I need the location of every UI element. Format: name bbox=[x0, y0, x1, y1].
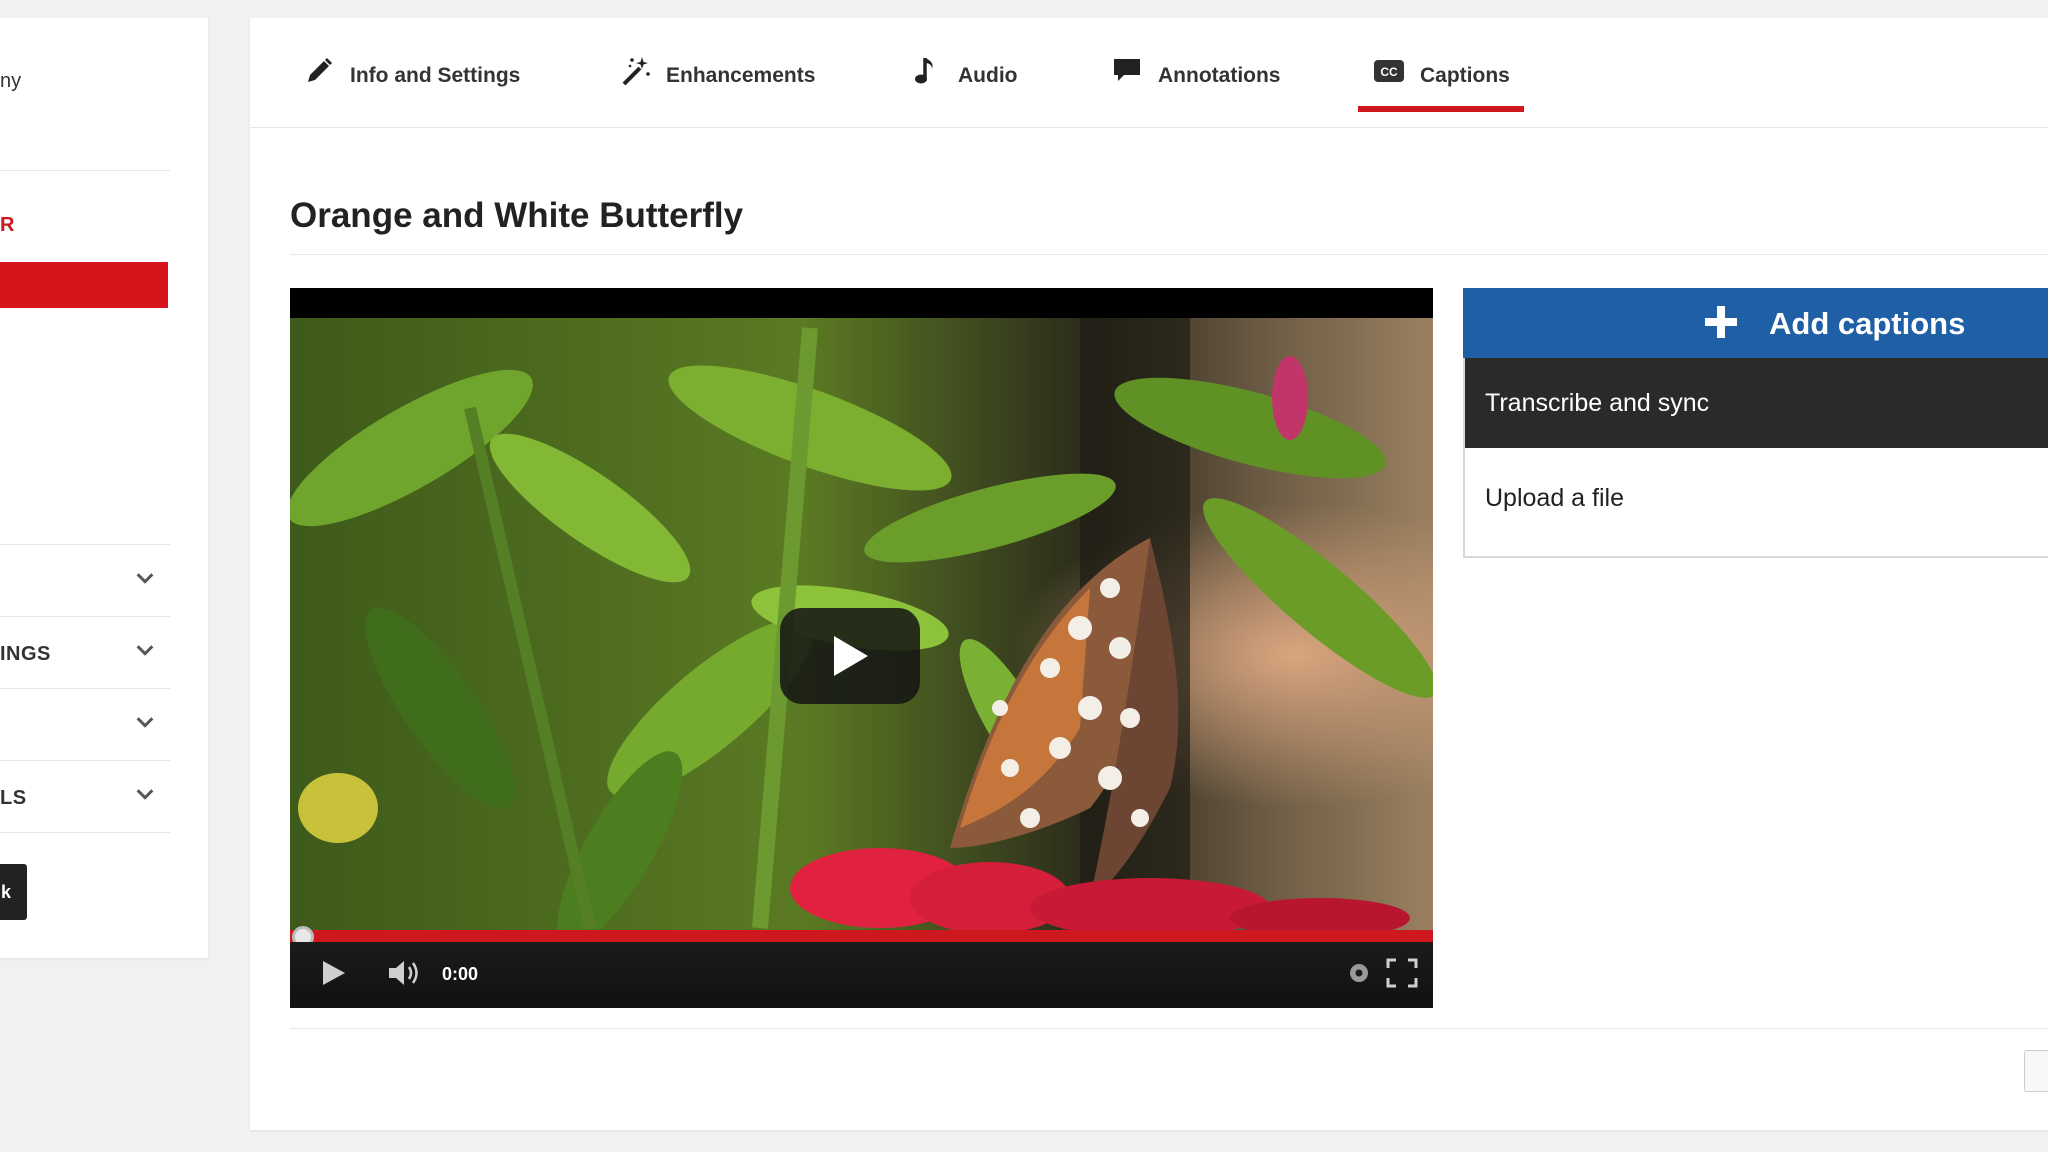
volume-icon[interactable] bbox=[386, 958, 422, 988]
sidebar-row-label: LS bbox=[0, 787, 27, 809]
sidebar-collapsible-row-4[interactable]: LS bbox=[0, 760, 170, 832]
video-editor-panel: Info and Settings Enhancements Audio Ann… bbox=[250, 18, 2048, 1130]
music-note-icon bbox=[915, 58, 933, 84]
add-captions-label: Add captions bbox=[1769, 306, 1966, 341]
chevron-down-icon bbox=[136, 645, 154, 656]
sidebar-active-item[interactable] bbox=[0, 262, 168, 308]
settings-icon[interactable] bbox=[1348, 962, 1370, 984]
divider bbox=[290, 254, 2048, 255]
tab-captions[interactable]: CC Captions bbox=[1358, 58, 1524, 128]
tab-label: Info and Settings bbox=[350, 64, 521, 87]
corner-button[interactable] bbox=[2024, 1050, 2048, 1092]
tab-enhancements[interactable]: Enhancements bbox=[618, 57, 816, 128]
tab-label: Enhancements bbox=[666, 64, 816, 87]
sidebar-divider bbox=[0, 832, 170, 833]
sidebar-active-section-label[interactable]: R bbox=[0, 214, 14, 237]
play-icon bbox=[834, 636, 868, 676]
sidebar-row-label: INGS bbox=[0, 643, 51, 665]
cc-icon: CC bbox=[1374, 60, 1404, 82]
upload-file-option[interactable]: Upload a file bbox=[1465, 448, 2048, 556]
divider bbox=[290, 1028, 2048, 1029]
left-sidebar: ny R INGS LS k bbox=[0, 18, 208, 958]
progress-bar[interactable] bbox=[290, 930, 1433, 942]
tab-info-and-settings[interactable]: Info and Settings bbox=[302, 58, 520, 128]
time-display: 0:00 bbox=[442, 964, 479, 984]
tab-label: Audio bbox=[958, 64, 1018, 87]
chevron-down-icon bbox=[136, 789, 154, 800]
fullscreen-icon[interactable] bbox=[1386, 958, 1418, 988]
add-captions-button[interactable]: Add captions bbox=[1463, 288, 2048, 358]
large-play-button[interactable] bbox=[780, 608, 920, 704]
player-controls: 0:00 bbox=[290, 942, 1433, 1008]
speech-bubble-icon bbox=[1114, 59, 1140, 81]
magic-wand-icon bbox=[622, 57, 650, 86]
tab-label: Captions bbox=[1420, 64, 1510, 87]
sidebar-divider bbox=[0, 170, 170, 171]
pencil-icon bbox=[308, 58, 332, 82]
sidebar-collapsible-row-2[interactable]: INGS bbox=[0, 616, 170, 688]
captions-menu: Add captions Transcribe and sync Upload … bbox=[1463, 288, 2048, 558]
editor-tabs: Info and Settings Enhancements Audio Ann… bbox=[250, 18, 2048, 128]
chevron-down-icon bbox=[136, 717, 154, 728]
chevron-down-icon bbox=[136, 573, 154, 584]
sidebar-heading: ny bbox=[0, 70, 22, 92]
sidebar-collapsible-row-3[interactable] bbox=[0, 688, 170, 760]
sidebar-action-button[interactable]: k bbox=[0, 864, 27, 920]
transcribe-and-sync-option[interactable]: Transcribe and sync bbox=[1465, 358, 2048, 448]
page-title: Orange and White Butterfly bbox=[290, 196, 744, 235]
svg-text:CC: CC bbox=[1380, 65, 1398, 79]
sidebar-collapsible-row-1[interactable] bbox=[0, 544, 170, 616]
tab-annotations[interactable]: Annotations bbox=[1110, 58, 1280, 128]
tab-audio[interactable]: Audio bbox=[910, 58, 1017, 128]
play-icon[interactable] bbox=[318, 958, 348, 988]
tab-label: Annotations bbox=[1158, 64, 1281, 87]
plus-icon bbox=[1705, 306, 1737, 338]
video-player[interactable]: 0:00 bbox=[290, 288, 1433, 1008]
